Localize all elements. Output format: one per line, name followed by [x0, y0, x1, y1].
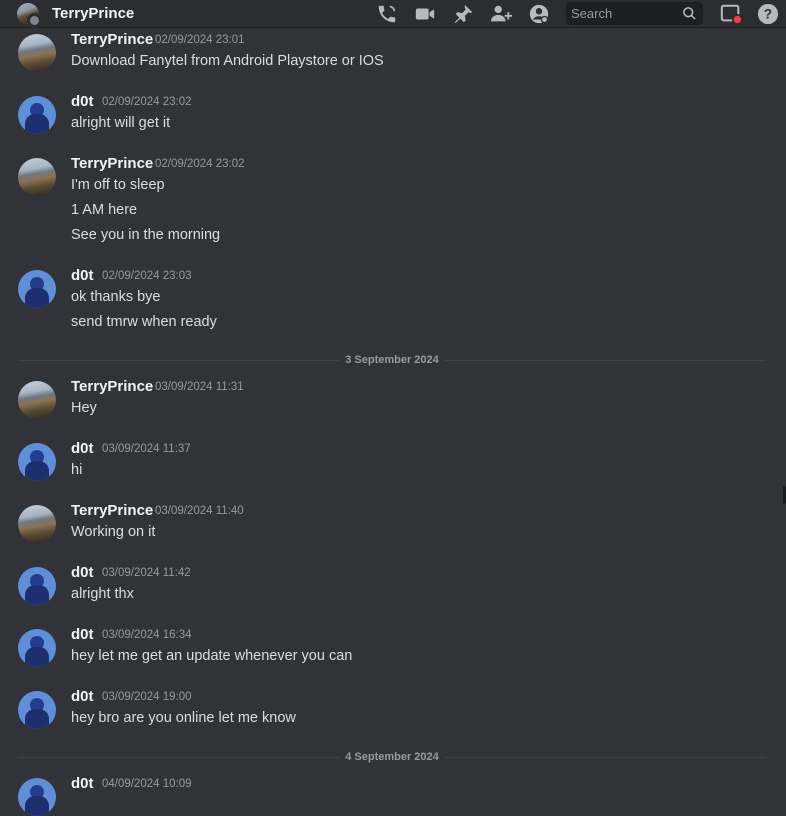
date-divider: 3 September 2024 — [18, 354, 766, 366]
date-divider: 4 September 2024 — [18, 751, 766, 763]
message-timestamp: 02/09/2024 23:01 — [155, 34, 245, 46]
message-text: I'm off to sleep — [71, 177, 165, 193]
avatar[interactable] — [18, 270, 56, 308]
channel-title: TerryPrince — [52, 5, 135, 22]
message-text: 1 AM here — [71, 202, 138, 218]
message-text: See you in the morning — [71, 227, 221, 243]
message-text: alright thx — [71, 586, 134, 602]
profile-icon[interactable] — [527, 2, 551, 26]
status-indicator — [27, 13, 42, 28]
search-input[interactable] — [566, 2, 678, 25]
message-text: Working on it — [71, 524, 156, 540]
message-text: ok thanks bye — [71, 289, 161, 305]
pin-icon[interactable] — [451, 2, 475, 26]
message-author[interactable]: d0t — [71, 688, 94, 705]
avatar[interactable] — [18, 778, 56, 816]
message-text: Hey — [71, 400, 97, 416]
message-timestamp: 03/09/2024 19:00 — [102, 691, 192, 703]
message-timestamp: 03/09/2024 16:34 — [102, 629, 192, 641]
message-author[interactable]: d0t — [71, 93, 94, 110]
avatar[interactable] — [18, 381, 56, 419]
message-text: alright will get it — [71, 115, 171, 131]
video-icon[interactable] — [413, 2, 437, 26]
message-author[interactable]: d0t — [71, 626, 94, 643]
message-author[interactable]: d0t — [71, 267, 94, 284]
add-member-icon[interactable] — [489, 2, 513, 26]
inbox-icon[interactable] — [719, 2, 743, 26]
message-text: Download Fanytel from Android Playstore … — [71, 53, 384, 69]
message-timestamp: 02/09/2024 23:03 — [102, 270, 192, 282]
message-timestamp: 03/09/2024 11:42 — [102, 567, 191, 579]
message-author[interactable]: TerryPrince — [71, 31, 153, 48]
message-text: hey let me get an update whenever you ca… — [71, 648, 353, 664]
message-text: hey bro are you online let me know — [71, 710, 296, 726]
message-timestamp: 04/09/2024 10:09 — [102, 778, 192, 790]
help-icon[interactable]: ? — [756, 2, 780, 26]
header-avatar[interactable] — [17, 3, 42, 28]
message-timestamp: 03/09/2024 11:40 — [155, 505, 244, 517]
message-timestamp: 02/09/2024 23:02 — [155, 158, 245, 170]
avatar[interactable] — [18, 505, 56, 543]
message-timestamp: 03/09/2024 11:37 — [102, 443, 191, 455]
date-divider-label: 4 September 2024 — [339, 751, 445, 763]
avatar[interactable] — [18, 629, 56, 667]
channel-header: TerryPrince ? — [0, 0, 786, 28]
call-icon[interactable] — [375, 2, 399, 26]
svg-text:?: ? — [764, 7, 772, 22]
message-text: send tmrw when ready — [71, 314, 217, 330]
message-author[interactable]: TerryPrince — [71, 155, 153, 172]
message-author[interactable]: d0t — [71, 564, 94, 581]
message-text: hi — [71, 462, 83, 478]
avatar[interactable] — [18, 34, 56, 72]
search-box[interactable] — [566, 2, 703, 25]
message-author[interactable]: d0t — [71, 440, 94, 457]
message-list[interactable]: TerryPrince 02/09/2024 23:01 Download Fa… — [0, 28, 786, 816]
date-divider-label: 3 September 2024 — [339, 354, 445, 366]
avatar[interactable] — [18, 567, 56, 605]
message-author[interactable]: TerryPrince — [71, 378, 153, 395]
search-icon — [683, 7, 696, 20]
avatar[interactable] — [18, 158, 56, 196]
avatar[interactable] — [18, 96, 56, 134]
message-timestamp: 03/09/2024 11:31 — [155, 381, 244, 393]
message-author[interactable]: TerryPrince — [71, 502, 153, 519]
avatar[interactable] — [18, 691, 56, 729]
avatar[interactable] — [18, 443, 56, 481]
message-timestamp: 02/09/2024 23:02 — [102, 96, 192, 108]
message-author[interactable]: d0t — [71, 775, 94, 792]
